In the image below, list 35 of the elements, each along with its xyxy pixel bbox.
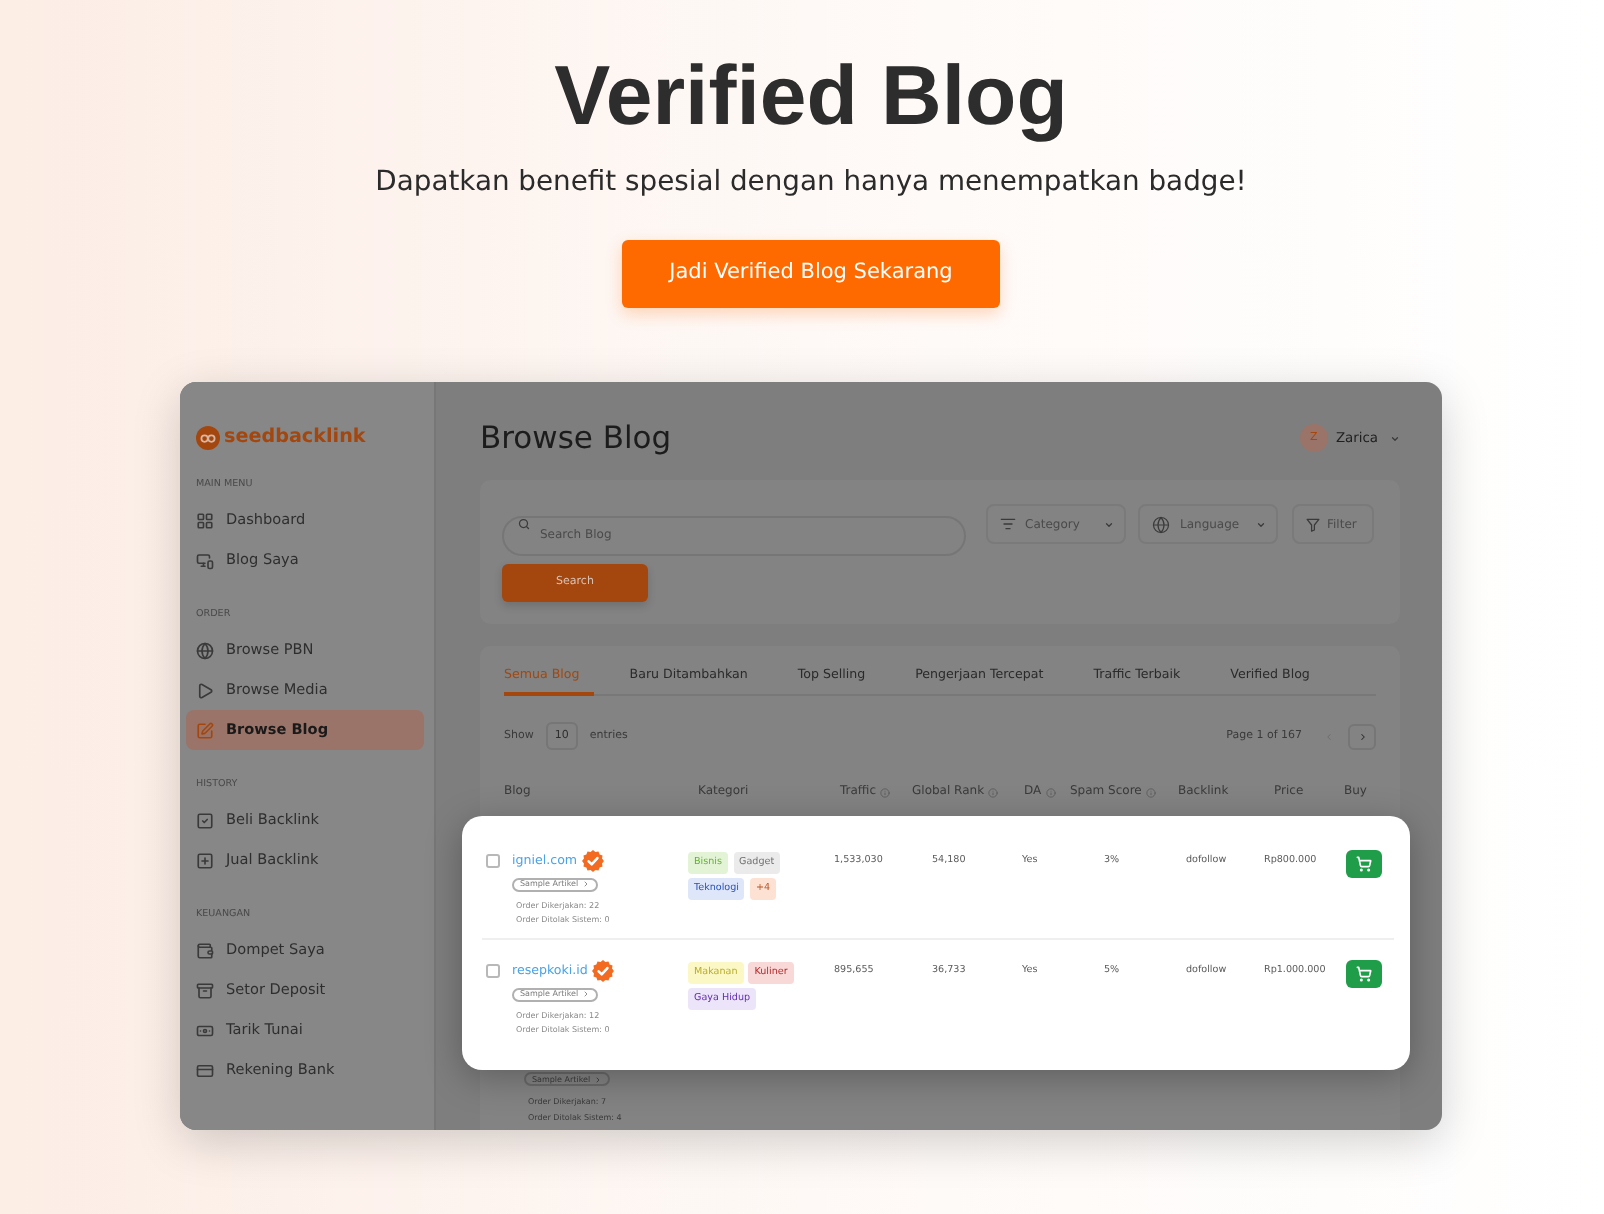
info-icon: [988, 787, 999, 797]
caret-icon: [1256, 519, 1266, 529]
info-icon: [880, 787, 891, 797]
row-checkbox[interactable]: [486, 854, 500, 869]
hero-subtitle: Dapatkan benefit spesial dengan hanya menempatkan badge!: [375, 164, 1247, 202]
filter-lines-icon: [999, 516, 1015, 532]
info-icon: [1145, 787, 1156, 797]
row-checkbox[interactable]: [486, 964, 500, 979]
archive-icon: [196, 981, 214, 999]
page-title: Browse Blog: [480, 418, 672, 458]
grid-icon: [196, 511, 214, 529]
buy-button[interactable]: [1346, 849, 1382, 878]
devices-icon: [196, 551, 214, 569]
search-icon: [518, 518, 530, 530]
caret-icon: [1103, 519, 1113, 529]
chevron-right-icon: [1357, 731, 1367, 741]
wallet-icon: [196, 941, 214, 959]
cta-button[interactable]: Jadi Verified Blog Sekarang: [622, 240, 1000, 308]
cart-icon: [1356, 855, 1372, 872]
globe-icon: [196, 641, 214, 659]
buy-button[interactable]: [1346, 959, 1382, 988]
caret-icon: [1390, 433, 1400, 443]
info-icon: [1045, 787, 1056, 797]
logo-icon: [196, 426, 220, 450]
checkbox-icon: [196, 811, 214, 829]
plus-square-icon: [196, 851, 214, 869]
filter-icon: [1305, 517, 1319, 531]
play-icon: [196, 681, 214, 699]
credit-card-icon: [196, 1061, 214, 1079]
banknote-icon: [196, 1021, 214, 1039]
logo-text: seedbacklink: [224, 428, 366, 448]
globe-icon: [1152, 515, 1170, 533]
next-page-button[interactable]: [1348, 723, 1376, 749]
edit-icon: [196, 721, 214, 739]
cart-icon: [1356, 965, 1372, 982]
